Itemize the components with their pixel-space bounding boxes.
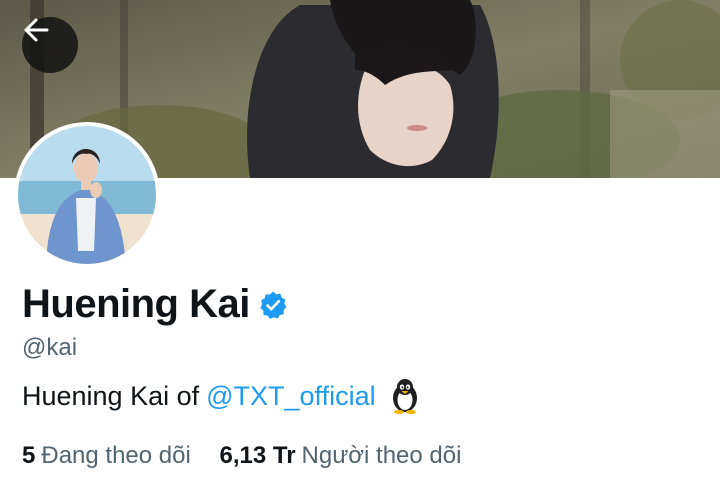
follow-stats: 5 Đang theo dõi 6,13 Tr Người theo dõi xyxy=(22,442,461,470)
followers-count: 6,13 Tr xyxy=(219,442,296,469)
bio-text: Huening Kai of xyxy=(22,380,200,411)
handle: @kai xyxy=(22,334,78,361)
avatar[interactable] xyxy=(14,122,160,268)
back-button[interactable] xyxy=(22,17,78,73)
bio-mention-link[interactable]: @TXT_official xyxy=(206,381,375,412)
bio: Huening Kai of @TXT_official xyxy=(22,378,422,414)
arrow-left-icon xyxy=(24,18,49,42)
avatar-photo xyxy=(18,126,156,264)
following-label: Đang theo dõi xyxy=(41,442,191,469)
following-count: 5 xyxy=(22,442,36,469)
penguin-emoji xyxy=(388,378,422,414)
display-name: Huening Kai xyxy=(22,282,250,326)
followers-label: Người theo dõi xyxy=(301,442,462,469)
followers-stat[interactable]: 6,13 Tr Người theo dõi xyxy=(219,442,461,470)
verified-badge-icon[interactable] xyxy=(258,290,288,320)
display-name-row: Huening Kai xyxy=(22,282,288,327)
following-stat[interactable]: 5 Đang theo dõi xyxy=(22,442,191,470)
